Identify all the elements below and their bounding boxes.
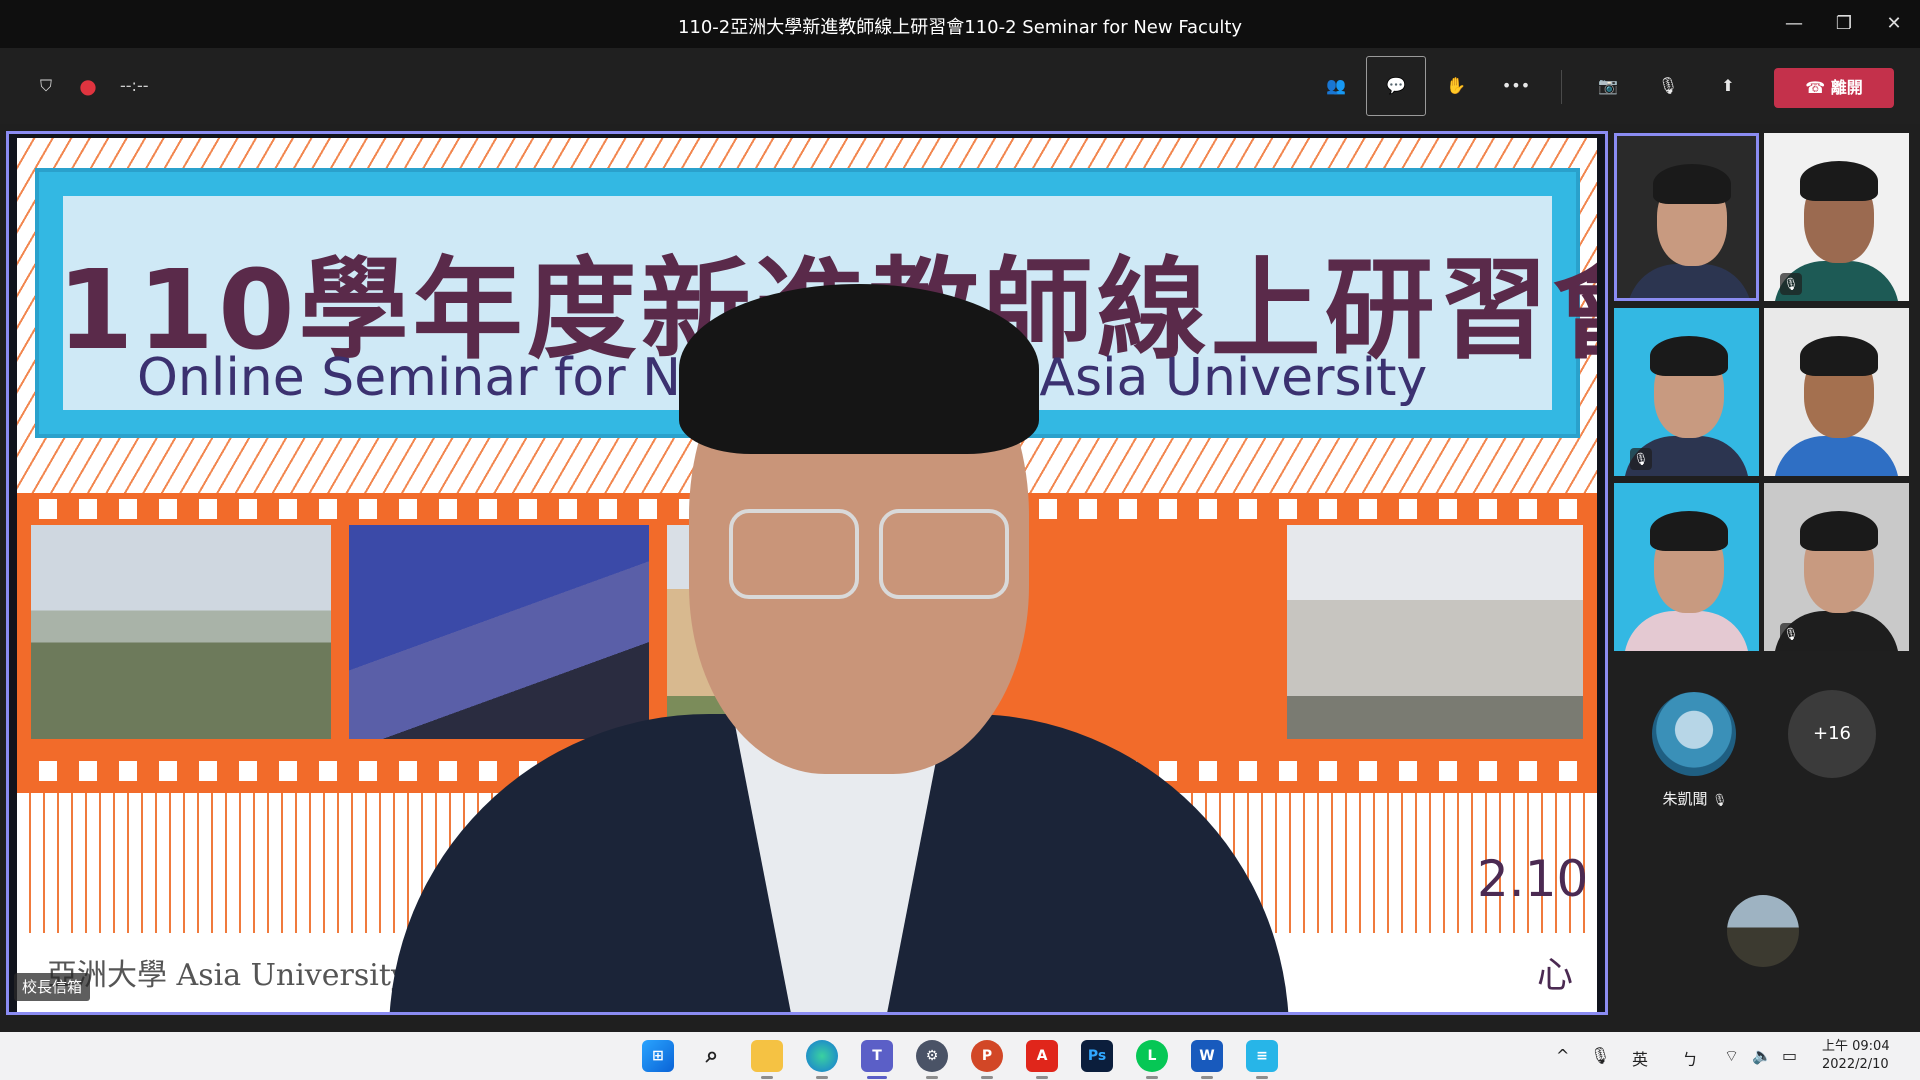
mic-muted-icon: 🎙 — [1780, 623, 1802, 645]
wifi-icon[interactable]: ⌔ — [1724, 1046, 1739, 1066]
minimize-button[interactable]: — — [1774, 8, 1814, 40]
participant-tile[interactable]: 🎙 — [1764, 483, 1909, 651]
meeting-toolbar: ⛉ ● --:-- 👥 💬 ✋ ••• 📷 🎙 ⬆ ☎ 離開 — [0, 48, 1920, 124]
meeting-timer: --:-- — [120, 76, 149, 95]
title-bar: 110-2亞洲大學新進教師線上研習會110-2 Seminar for New … — [0, 0, 1920, 48]
participant-name: 朱凱聞 🎙 — [1640, 788, 1750, 809]
running-indicator — [1036, 1076, 1048, 1079]
taskbar: ⊞ ⌕ T ⚙ P A Ps L W ≡ ^ 🎙 英 ㄅ ⌔ 🔈 ▭ 上午 09… — [0, 1032, 1920, 1080]
settings-icon[interactable]: ⚙ — [916, 1040, 948, 1072]
more-participants-button[interactable]: +16 — [1788, 690, 1876, 778]
mic-muted-icon: 🎙 — [1630, 448, 1652, 470]
photoshop-icon[interactable]: Ps — [1081, 1040, 1113, 1072]
mic-muted-icon: 🎙 — [1712, 793, 1728, 807]
participant-hair — [1800, 161, 1878, 201]
clock-time: 上午 09:04 — [1822, 1039, 1890, 1054]
slide-date: 2.10 — [1477, 850, 1589, 908]
participant-avatar[interactable] — [1727, 895, 1799, 967]
more-icon[interactable]: ••• — [1496, 66, 1536, 106]
edge-icon[interactable] — [806, 1040, 838, 1072]
running-indicator — [1146, 1076, 1158, 1079]
participant-body — [1627, 264, 1752, 298]
running-indicator — [1256, 1076, 1268, 1079]
running-indicator — [926, 1076, 938, 1079]
system-clock[interactable]: 上午 09:04 2022/2/10 — [1822, 1038, 1916, 1074]
notepad-icon[interactable]: ≡ — [1246, 1040, 1278, 1072]
input-language-indicator[interactable]: 英 — [1632, 1046, 1648, 1070]
leave-button[interactable]: ☎ 離開 — [1774, 68, 1894, 108]
participant-body — [1624, 611, 1749, 651]
word-icon[interactable]: W — [1191, 1040, 1223, 1072]
mic-muted-icon: 🎙 — [1780, 273, 1802, 295]
raise-hand-icon[interactable]: ✋ — [1436, 66, 1476, 106]
participant-tile[interactable] — [1614, 483, 1759, 651]
university-logo: 亞洲大學 Asia University — [47, 958, 408, 993]
volume-icon[interactable]: 🔈 — [1752, 1046, 1772, 1065]
chevron-up-icon[interactable]: ^ — [1556, 1046, 1569, 1065]
participant-hair — [1653, 164, 1731, 204]
campus-photo — [31, 525, 331, 739]
presenter-name-tag: 校長信箱 — [14, 973, 91, 1001]
close-button[interactable]: ✕ — [1874, 8, 1914, 40]
search-icon[interactable]: ⌕ — [696, 1040, 728, 1072]
battery-icon[interactable]: ▭ — [1782, 1046, 1797, 1065]
participant-hair — [1650, 511, 1728, 551]
clock-date: 2022/2/10 — [1822, 1057, 1889, 1072]
windows-start-icon[interactable]: ⊞ — [642, 1040, 674, 1072]
line-icon[interactable]: L — [1136, 1040, 1168, 1072]
slide-footer-right: 心 — [1537, 955, 1574, 996]
participant-tile[interactable] — [1614, 133, 1759, 301]
participant-body — [1774, 436, 1899, 476]
window-title: 110-2亞洲大學新進教師線上研習會110-2 Seminar for New … — [677, 17, 1243, 38]
speaker-glasses — [729, 509, 859, 599]
speaker-video — [389, 264, 1289, 1012]
participant-tile[interactable]: 🎙 — [1764, 133, 1909, 301]
chat-icon: 💬 — [1386, 76, 1406, 95]
campus-photo — [1287, 525, 1583, 739]
powerpoint-icon[interactable]: P — [971, 1040, 1003, 1072]
presenter-name: 校長信箱 — [22, 978, 83, 996]
participant-tile[interactable]: 🎙 — [1614, 308, 1759, 476]
acrobat-icon[interactable]: A — [1026, 1040, 1058, 1072]
speaker-hair — [679, 284, 1039, 454]
share-icon[interactable]: ⬆ — [1708, 66, 1748, 106]
record-icon[interactable]: ● — [68, 66, 108, 106]
ime-mode-indicator[interactable]: ㄅ — [1682, 1046, 1698, 1070]
microphone-icon[interactable]: 🎙 — [1590, 1046, 1610, 1065]
participant-hair — [1800, 511, 1878, 551]
speaker-glasses — [879, 509, 1009, 599]
running-indicator — [816, 1076, 828, 1079]
camera-off-icon[interactable]: 📷 — [1588, 66, 1628, 106]
running-indicator — [981, 1076, 993, 1079]
participant-avatar[interactable] — [1652, 692, 1736, 776]
participant-hair — [1800, 336, 1878, 376]
file-explorer-icon[interactable] — [751, 1040, 783, 1072]
people-icon[interactable]: 👥 — [1316, 66, 1356, 106]
phone-icon: ☎ — [1805, 78, 1826, 97]
running-indicator — [1201, 1076, 1213, 1079]
participant-tile[interactable] — [1764, 308, 1909, 476]
restore-button[interactable]: ❐ — [1824, 8, 1864, 40]
participant-name-text: 朱凱聞 — [1662, 790, 1708, 808]
chat-button[interactable]: 💬 — [1366, 56, 1426, 116]
toolbar-divider — [1561, 70, 1562, 104]
participant-hair — [1650, 336, 1728, 376]
main-video-stage[interactable]: 110學年度新進教師線上研習會 Online Seminar for New F… — [6, 131, 1608, 1015]
mic-off-icon[interactable]: 🎙 — [1648, 66, 1688, 106]
teams-icon[interactable]: T — [861, 1040, 893, 1072]
leave-label: 離開 — [1830, 78, 1863, 97]
shield-icon[interactable]: ⛉ — [26, 66, 66, 106]
running-indicator — [761, 1076, 773, 1079]
active-indicator — [867, 1076, 887, 1079]
